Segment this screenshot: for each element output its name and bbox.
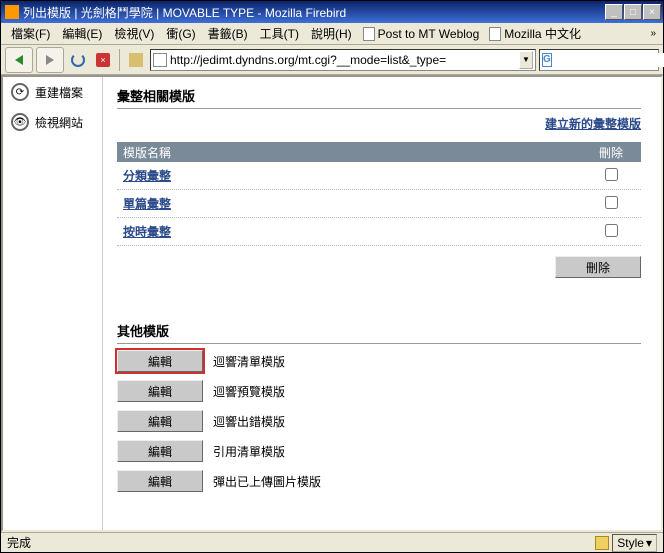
menu-bookmarks[interactable]: 書籤(B): [202, 23, 254, 44]
app-icon: [5, 5, 19, 19]
overflow-chevron-icon[interactable]: »: [647, 28, 659, 39]
edit-button[interactable]: 編輯: [117, 380, 203, 402]
template-link[interactable]: 按時彙整: [123, 225, 171, 239]
bookmark-label: Mozilla 中文化: [504, 25, 581, 42]
close-button[interactable]: ×: [643, 4, 661, 20]
app-window: 列出模版 | 光劍格鬥學院 | MOVABLE TYPE - Mozilla F…: [0, 0, 664, 553]
menu-tools[interactable]: 工具(T): [254, 23, 305, 44]
other-row: 編輯 迴響預覽模版: [117, 380, 641, 402]
home-button[interactable]: [125, 49, 147, 71]
url-dropdown-button[interactable]: ▼: [519, 51, 533, 69]
template-link[interactable]: 分類彙整: [123, 169, 171, 183]
page-icon: [489, 27, 501, 41]
search-bar[interactable]: G: [539, 49, 659, 71]
delete-button-row: 刪除: [117, 256, 641, 278]
stop-button[interactable]: ×: [92, 49, 114, 71]
delete-button[interactable]: 刪除: [555, 256, 641, 278]
search-input[interactable]: [555, 53, 664, 67]
bookmark-mozilla-cn[interactable]: Mozilla 中文化: [484, 25, 586, 42]
site-icon: [153, 53, 167, 67]
menu-go[interactable]: 衝(G): [160, 23, 201, 44]
template-link[interactable]: 單篇彙整: [123, 197, 171, 211]
sidebar: ⟳ 重建檔案 👁 檢視網站: [3, 77, 103, 530]
home-icon: [129, 53, 143, 67]
table-header: 模版名稱 刪除: [117, 142, 641, 162]
create-link-row: 建立新的彙整模版: [117, 115, 641, 132]
url-bar[interactable]: ▼: [150, 49, 536, 71]
back-button[interactable]: [5, 47, 33, 73]
create-archive-template-link[interactable]: 建立新的彙整模版: [545, 117, 641, 131]
menu-edit[interactable]: 編輯(E): [56, 23, 108, 44]
section-title-archive: 彙整相關模版: [117, 83, 641, 109]
other-template-label: 迴響預覽模版: [213, 383, 285, 400]
window-title: 列出模版 | 光劍格鬥學院 | MOVABLE TYPE - Mozilla F…: [23, 4, 605, 21]
statusbar: 完成 Style ▾: [1, 532, 663, 552]
other-template-label: 迴響清單模版: [213, 353, 285, 370]
main-panel: 彙整相關模版 建立新的彙整模版 模版名稱 刪除 分類彙整 單篇彙整 按時彙整 刪: [103, 77, 661, 530]
other-template-label: 迴響出錯模版: [213, 413, 285, 430]
chevron-down-icon: ▾: [646, 536, 652, 550]
eye-icon: 👁: [11, 113, 29, 131]
bookmark-label: Post to MT Weblog: [378, 27, 480, 41]
toolbar: × ▼ G: [1, 45, 663, 75]
edit-button[interactable]: 編輯: [117, 410, 203, 432]
style-label: Style: [617, 536, 644, 550]
menubar: 檔案(F) 編輯(E) 檢視(V) 衝(G) 書籤(B) 工具(T) 說明(H)…: [1, 23, 663, 45]
delete-checkbox[interactable]: [605, 168, 618, 181]
url-input[interactable]: [170, 53, 519, 67]
col-name: 模版名稱: [117, 144, 581, 161]
sidebar-item-view-site[interactable]: 👁 檢視網站: [3, 107, 102, 137]
reload-button[interactable]: [67, 49, 89, 71]
forward-button[interactable]: [36, 47, 64, 73]
google-icon: G: [542, 53, 552, 67]
sidebar-item-label: 重建檔案: [35, 84, 83, 101]
delete-checkbox[interactable]: [605, 224, 618, 237]
section-title-other: 其他模版: [117, 318, 641, 344]
other-row: 編輯 引用清單模版: [117, 440, 641, 462]
edit-button[interactable]: 編輯: [117, 350, 203, 372]
arrow-left-icon: [15, 55, 23, 65]
minimize-button[interactable]: _: [605, 4, 623, 20]
other-templates-section: 其他模版 編輯 迴響清單模版 編輯 迴響預覽模版 編輯 迴響出錯模版 編輯 引用…: [117, 318, 641, 492]
status-text: 完成: [7, 534, 31, 551]
other-template-label: 彈出已上傳圖片模版: [213, 473, 321, 490]
rebuild-icon: ⟳: [11, 83, 29, 101]
menu-view[interactable]: 檢視(V): [108, 23, 160, 44]
page-icon: [363, 27, 375, 41]
status-right: Style ▾: [595, 534, 657, 552]
other-row: 編輯 迴響出錯模版: [117, 410, 641, 432]
reload-icon: [71, 53, 85, 67]
style-selector[interactable]: Style ▾: [612, 534, 657, 552]
other-row: 編輯 彈出已上傳圖片模版: [117, 470, 641, 492]
stop-icon: ×: [96, 53, 110, 67]
table-row: 按時彙整: [117, 218, 641, 246]
table-row: 單篇彙整: [117, 190, 641, 218]
security-icon[interactable]: [595, 536, 609, 550]
bookmark-post-mt[interactable]: Post to MT Weblog: [358, 27, 485, 41]
content-area: ⟳ 重建檔案 👁 檢視網站 彙整相關模版 建立新的彙整模版 模版名稱 刪除 分類…: [1, 75, 663, 532]
titlebar: 列出模版 | 光劍格鬥學院 | MOVABLE TYPE - Mozilla F…: [1, 1, 663, 23]
sidebar-item-label: 檢視網站: [35, 114, 83, 131]
maximize-button[interactable]: □: [624, 4, 642, 20]
arrow-right-icon: [46, 55, 54, 65]
other-row: 編輯 迴響清單模版: [117, 350, 641, 372]
other-template-label: 引用清單模版: [213, 443, 285, 460]
menu-help[interactable]: 說明(H): [305, 23, 358, 44]
edit-button[interactable]: 編輯: [117, 440, 203, 462]
delete-checkbox[interactable]: [605, 196, 618, 209]
table-row: 分類彙整: [117, 162, 641, 190]
menu-file[interactable]: 檔案(F): [5, 23, 56, 44]
window-buttons: _ □ ×: [605, 4, 661, 20]
sidebar-item-rebuild[interactable]: ⟳ 重建檔案: [3, 77, 102, 107]
col-delete: 刪除: [581, 144, 641, 161]
toolbar-separator: [119, 49, 120, 71]
edit-button[interactable]: 編輯: [117, 470, 203, 492]
